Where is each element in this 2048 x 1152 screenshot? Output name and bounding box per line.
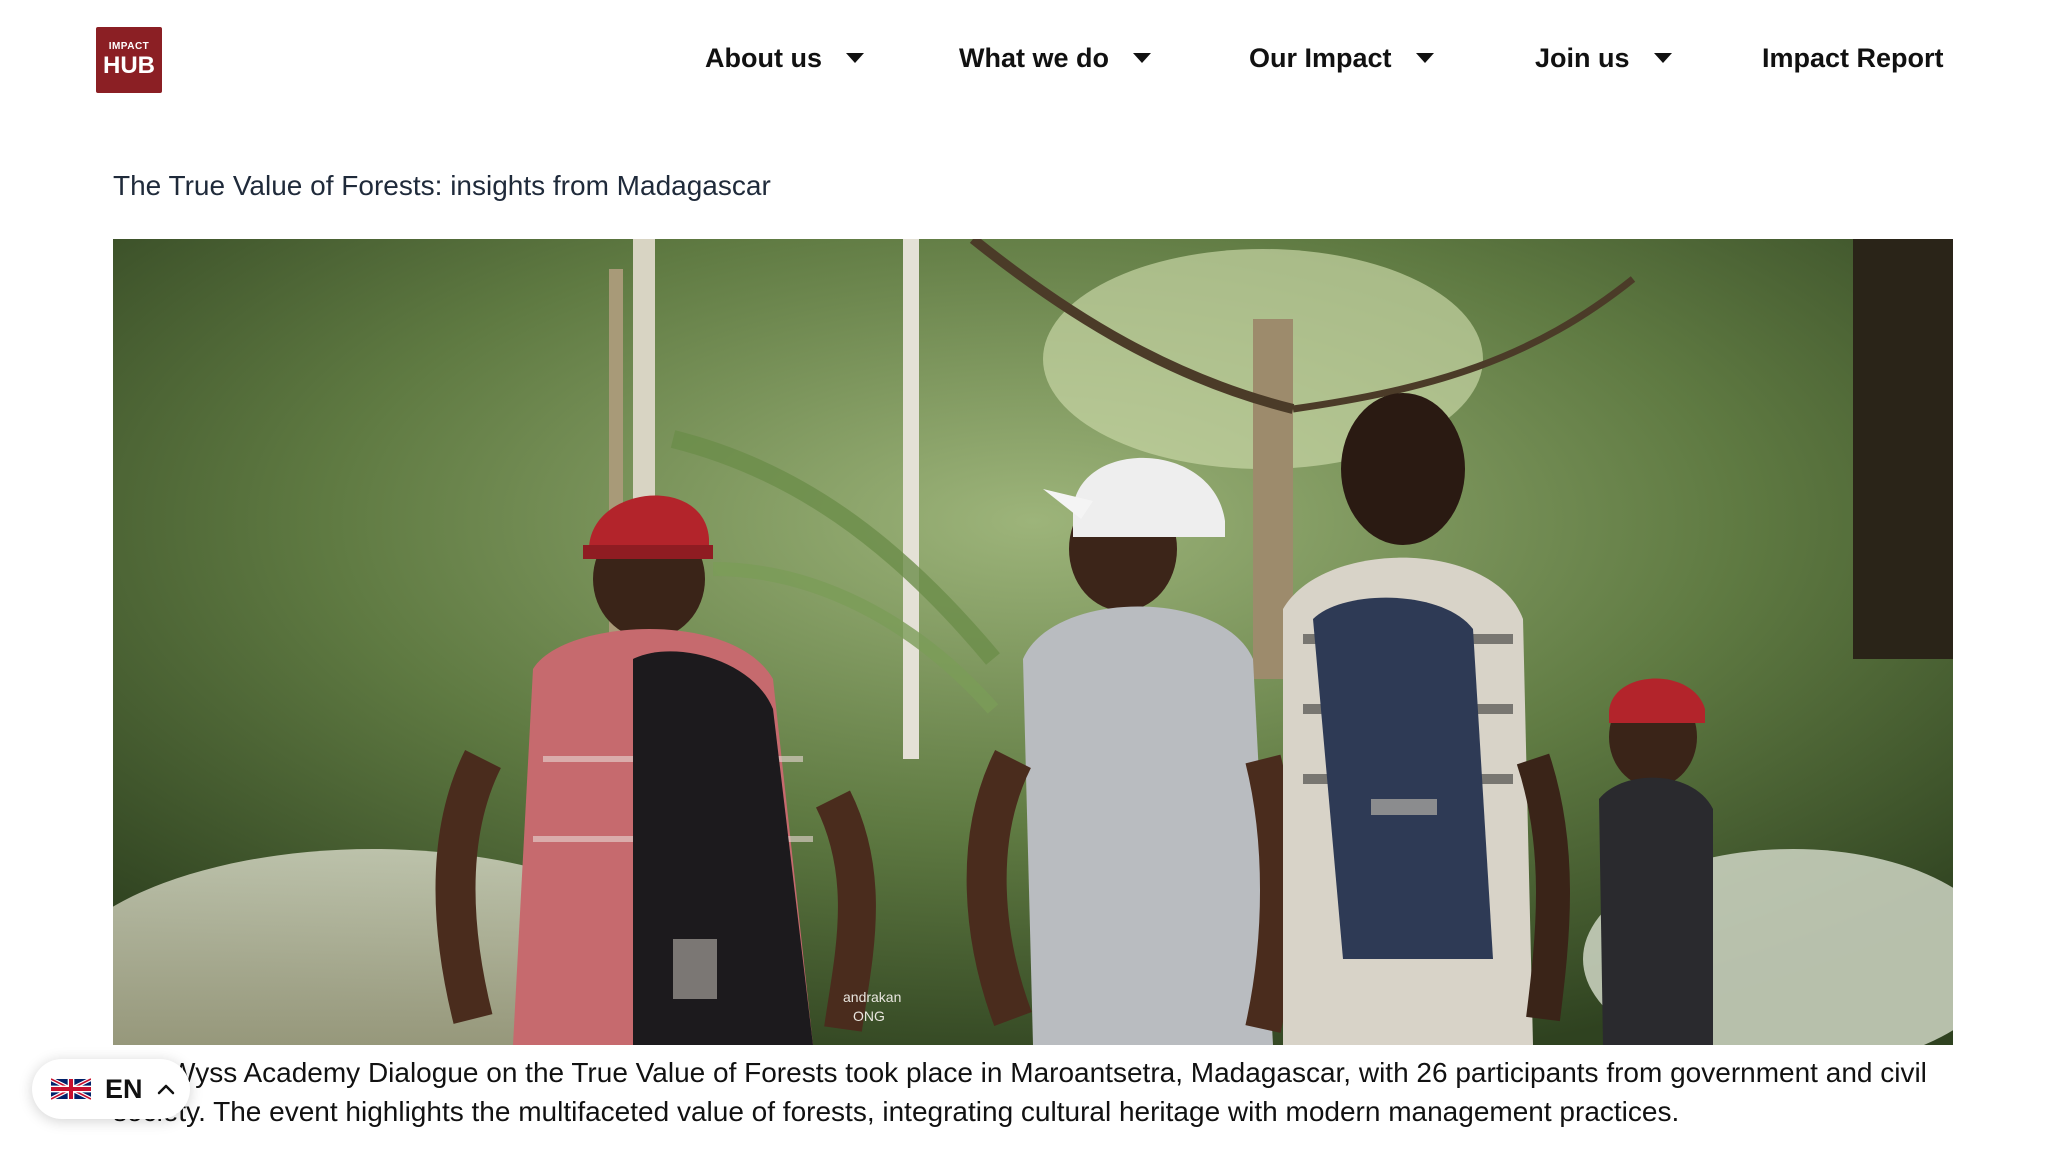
nav-label: What we do	[959, 42, 1109, 73]
caret-down-icon	[1653, 53, 1672, 63]
caret-down-icon	[845, 53, 864, 63]
forest-photo: andrakan ONG	[113, 239, 1953, 1045]
nav-label: Our Impact	[1249, 42, 1392, 73]
nav-item-join-us[interactable]: Join us	[1535, 38, 1672, 78]
logo-line-1: IMPACT	[108, 41, 150, 52]
language-switcher[interactable]: EN	[32, 1059, 190, 1119]
caret-down-icon	[1133, 53, 1151, 63]
site-header: IMPACT HUB About us What we do Our Impac…	[0, 0, 2048, 120]
language-code: EN	[105, 1073, 143, 1104]
caret-down-icon	[1415, 53, 1434, 63]
uk-flag-icon	[51, 1077, 91, 1101]
nav-item-impact-report[interactable]: Impact Report	[1762, 38, 1944, 78]
hero-image: andrakan ONG	[113, 239, 1953, 1045]
backpack-text-1: andrakan	[843, 989, 901, 1005]
impact-hub-logo[interactable]: IMPACT HUB	[96, 27, 162, 93]
nav-item-what-we-do[interactable]: What we do	[959, 38, 1151, 78]
person-red-cap-smiling	[1599, 678, 1713, 1045]
nav-label: Impact Report	[1762, 42, 1944, 73]
backpack-text-2: ONG	[853, 1008, 885, 1024]
nav-item-our-impact[interactable]: Our Impact	[1249, 38, 1434, 78]
nav-label: About us	[705, 42, 822, 73]
logo-line-2: HUB	[103, 52, 155, 79]
article-title: The True Value of Forests: insights from…	[113, 170, 771, 201]
chevron-up-icon	[157, 1084, 174, 1095]
nav-label: Join us	[1535, 42, 1630, 73]
article-caption: The Wyss Academy Dialogue on the True Va…	[113, 1057, 1927, 1127]
nav-item-about-us[interactable]: About us	[705, 38, 864, 78]
